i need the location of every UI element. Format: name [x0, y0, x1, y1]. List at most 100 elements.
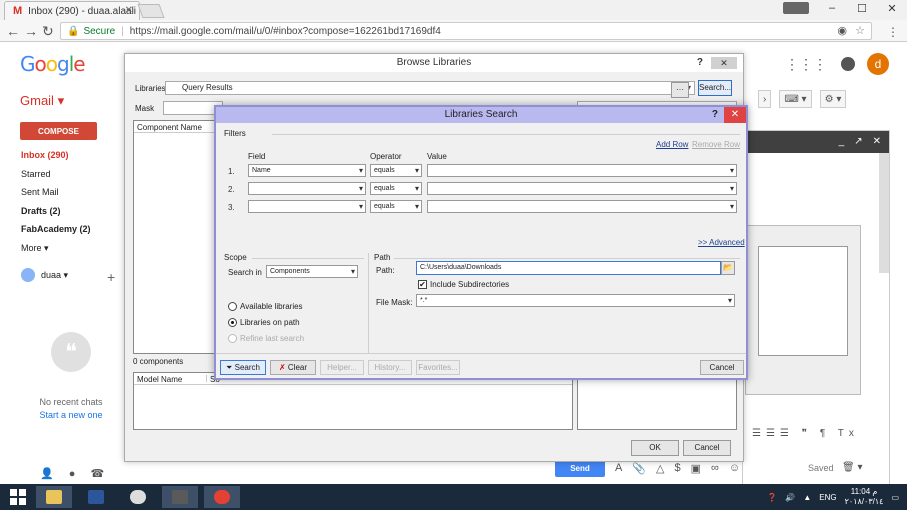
- value-select-1[interactable]: ▾: [427, 164, 737, 177]
- new-tab-button[interactable]: [137, 4, 165, 18]
- ok-button[interactable]: OK: [631, 440, 679, 456]
- paint-icon[interactable]: [120, 486, 156, 508]
- include-subdirectories-checkbox[interactable]: ✔ Include Subdirectories: [418, 280, 509, 290]
- close-window-button[interactable]: ✕: [877, 0, 907, 16]
- back-icon[interactable]: ←: [6, 23, 20, 39]
- forward-icon[interactable]: →: [24, 23, 38, 39]
- option-available-libraries[interactable]: Available libraries: [228, 302, 303, 312]
- attach-icon[interactable]: 📎: [632, 462, 646, 475]
- sidebar-item-sent[interactable]: Sent Mail: [21, 187, 91, 206]
- photo-icon[interactable]: ▣: [691, 462, 701, 475]
- component-name-header[interactable]: Component Name: [134, 121, 217, 133]
- dollar-icon[interactable]: $: [675, 462, 681, 474]
- star-icon[interactable]: ☆: [855, 24, 865, 37]
- popout-icon[interactable]: ↗: [854, 136, 862, 153]
- clear-button[interactable]: ✗ Clear: [270, 360, 316, 375]
- sidebar-item-more[interactable]: More ▾: [21, 243, 91, 262]
- option-libraries-on-path[interactable]: Libraries on path: [228, 318, 300, 328]
- help-icon[interactable]: ?: [697, 54, 703, 72]
- url-field[interactable]: 🔒 Secure | https://mail.google.com/mail/…: [60, 22, 872, 40]
- tab-close-icon[interactable]: ✕: [125, 5, 133, 16]
- gmail-menu[interactable]: Gmail ▾: [20, 93, 64, 109]
- operator-select-2[interactable]: equals ▾: [370, 182, 422, 195]
- help-icon[interactable]: ?: [712, 107, 718, 123]
- phone-icon[interactable]: ☎: [90, 468, 104, 480]
- field-select-1[interactable]: Name ▾: [248, 164, 366, 177]
- add-chat-icon[interactable]: +: [107, 269, 115, 285]
- close-browse-button[interactable]: ✕: [711, 57, 737, 69]
- sidebar-item-fabacademy[interactable]: FabAcademy (2): [21, 224, 91, 243]
- network-icon[interactable]: ▲: [803, 493, 811, 502]
- operator-select-3[interactable]: equals ▾: [370, 200, 422, 213]
- formatting-icon[interactable]: A: [615, 462, 622, 474]
- notifications-tray-icon[interactable]: ▭: [891, 493, 899, 502]
- model-list[interactable]: Model Name So: [133, 372, 573, 430]
- altium-icon[interactable]: [162, 486, 198, 508]
- tab-inbox[interactable]: M Inbox (290) - duaa.alaali ✕: [4, 1, 140, 20]
- row-number: 3.: [228, 203, 235, 212]
- notifications-icon[interactable]: [841, 57, 855, 71]
- word-icon[interactable]: [78, 486, 114, 508]
- browse-libraries-titlebar: Browse Libraries ? ✕: [125, 54, 743, 72]
- file-explorer-icon[interactable]: [36, 486, 72, 508]
- libraries-label: Libraries: [135, 84, 166, 93]
- keyboard-icon[interactable]: ⌨ ▾: [779, 90, 812, 108]
- sidebar-item-starred[interactable]: Starred: [21, 169, 91, 188]
- search-cancel-button[interactable]: Cancel: [700, 360, 744, 375]
- start-chat-link[interactable]: Start a new one: [0, 409, 142, 422]
- field-select-2[interactable]: ▾: [248, 182, 366, 195]
- reload-icon[interactable]: ↻: [42, 23, 54, 40]
- search-in-select[interactable]: Components ▾: [266, 265, 358, 278]
- search-in-label: Search in: [228, 268, 262, 277]
- folder-browse-icon[interactable]: 📂: [721, 261, 735, 275]
- close-compose-icon[interactable]: ✕: [873, 136, 881, 153]
- maximize-button[interactable]: ☐: [847, 0, 877, 16]
- more-options-button[interactable]: ···: [671, 82, 689, 98]
- minimize-button[interactable]: –: [817, 0, 847, 16]
- file-mask-select[interactable]: *.* ▾: [416, 294, 735, 307]
- profile-chip-icon[interactable]: [783, 2, 809, 14]
- settings-gear-icon[interactable]: ⚙ ▾: [819, 90, 847, 108]
- start-button[interactable]: [0, 486, 36, 508]
- help-tray-icon[interactable]: ❓: [767, 493, 777, 502]
- trash-icon[interactable]: 🗑 ▾: [842, 462, 863, 473]
- person-icon[interactable]: 👤: [40, 468, 54, 480]
- model-name-header[interactable]: Model Name: [137, 375, 207, 384]
- account-avatar[interactable]: d: [867, 53, 889, 75]
- format-toolbar-icons[interactable]: ☰☰☰ ❞ ¶ Tx: [752, 428, 859, 439]
- libraries-dropdown[interactable]: Query Results ▾: [165, 81, 695, 95]
- compose-button[interactable]: COMPOSE: [20, 122, 97, 140]
- language-indicator[interactable]: ENG: [819, 493, 836, 502]
- advanced-link[interactable]: >> Advanced: [698, 238, 745, 247]
- component-list[interactable]: Component Name: [133, 120, 218, 354]
- value-select-3[interactable]: ▾: [427, 200, 737, 213]
- hangouts-user[interactable]: duaa ▾: [21, 268, 68, 282]
- close-search-button[interactable]: ✕: [724, 107, 746, 123]
- operator-select-1[interactable]: equals ▾: [370, 164, 422, 177]
- clock-date: ٢٠١٨/٠٣/١٤: [844, 497, 884, 506]
- compose-scrollbar[interactable]: [879, 153, 889, 273]
- search-run-button[interactable]: ⏷ Search: [220, 360, 266, 375]
- volume-icon[interactable]: 🔊: [785, 493, 795, 502]
- extension-icon[interactable]: ◉: [837, 24, 847, 37]
- clock[interactable]: 11:04 م ٢٠١٨/٠٣/١٤: [845, 487, 884, 507]
- search-button[interactable]: Search...: [698, 80, 732, 96]
- emoji-icon[interactable]: ☺: [729, 462, 740, 474]
- next-page-icon[interactable]: ›: [758, 90, 772, 108]
- sidebar-item-drafts[interactable]: Drafts (2): [21, 206, 91, 225]
- radio-icon: [228, 302, 237, 312]
- chrome-menu-icon[interactable]: ⋮: [887, 25, 899, 39]
- path-input[interactable]: C:\Users\duaa\Downloads: [416, 261, 721, 275]
- field-select-3[interactable]: ▾: [248, 200, 366, 213]
- value-select-2[interactable]: ▾: [427, 182, 737, 195]
- add-row-link[interactable]: Add Row: [656, 140, 688, 149]
- apps-grid-icon[interactable]: ⋮⋮⋮: [785, 56, 827, 73]
- sidebar-item-inbox[interactable]: Inbox (290): [21, 150, 91, 169]
- minimize-compose-icon[interactable]: _: [839, 136, 845, 153]
- drive-icon[interactable]: △: [656, 462, 664, 475]
- url-text: https://mail.google.com/mail/u/0/#inbox?…: [129, 25, 441, 37]
- chrome-icon[interactable]: [204, 486, 240, 508]
- cancel-button[interactable]: Cancel: [683, 440, 731, 456]
- hangouts-icon[interactable]: ●: [69, 468, 76, 480]
- link-icon[interactable]: ∞: [711, 462, 719, 474]
